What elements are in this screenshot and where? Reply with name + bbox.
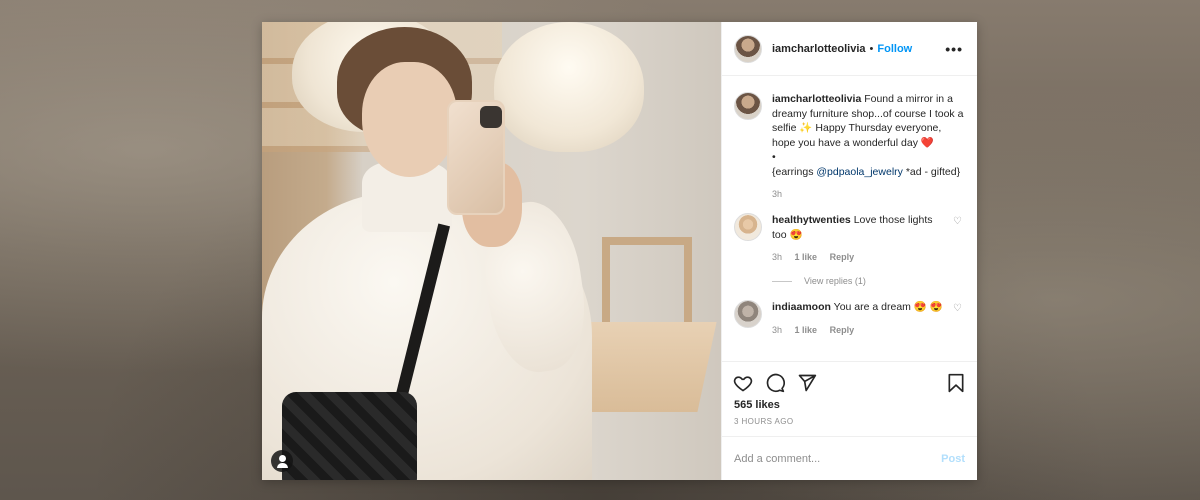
comment-bubble-icon[interactable] — [764, 372, 786, 394]
user-tag-icon[interactable] — [271, 450, 293, 472]
photo-phone-camera — [480, 106, 502, 128]
post-header: iamcharlotteolivia • Follow ••• — [722, 22, 977, 76]
reply-button[interactable]: Reply — [830, 325, 855, 335]
caption-mention-link[interactable]: @pdpaola_jewelry — [816, 166, 903, 178]
post-photo[interactable] — [262, 22, 721, 480]
author-avatar[interactable] — [734, 34, 762, 63]
comment-heart-icon[interactable]: ♡ — [953, 217, 963, 227]
comment-username[interactable]: healthytwenties — [772, 214, 851, 226]
add-comment-bar: Post — [722, 436, 977, 480]
caption-body-suffix: *ad - gifted} — [902, 165, 961, 178]
paper-plane-icon[interactable] — [796, 372, 818, 394]
photo-chair — [602, 237, 692, 327]
bookmark-icon[interactable] — [945, 372, 967, 394]
caption-bullet: • — [772, 151, 776, 163]
comment-likes[interactable]: 1 like — [795, 252, 818, 262]
comment-text: healthytwenties Love those lights too 😍 — [772, 213, 947, 242]
comment-input[interactable] — [734, 452, 942, 465]
post-caption: iamcharlotteolivia Found a mirror in a d… — [734, 92, 965, 199]
comment-username[interactable]: indiaamoon — [772, 301, 831, 313]
caption-username[interactable]: iamcharlotteolivia — [772, 93, 861, 105]
caption-time[interactable]: 3h — [772, 189, 782, 199]
comment-time[interactable]: 3h — [772, 325, 782, 335]
comment-time[interactable]: 3h — [772, 252, 782, 262]
action-bar — [722, 361, 977, 403]
comment-avatar[interactable] — [734, 300, 762, 328]
more-options-icon[interactable]: ••• — [945, 41, 963, 57]
likes-count[interactable]: 565 likes — [722, 399, 977, 411]
comment-meta: 3h 1 like Reply — [772, 252, 947, 262]
caption-avatar[interactable] — [734, 92, 762, 120]
post-comment-button[interactable]: Post — [941, 453, 965, 465]
view-replies-label: View replies (1) — [804, 276, 866, 286]
caption-body-prefix: {earrings — [772, 165, 817, 178]
instagram-post-modal: iamcharlotteolivia • Follow ••• iamcharl… — [262, 22, 977, 480]
comment-avatar[interactable] — [734, 213, 762, 241]
caption-meta: 3h — [772, 189, 965, 199]
comment-item: indiaamoon You are a dream 😍 😍 3h 1 like… — [734, 300, 965, 335]
heart-icon[interactable] — [732, 372, 754, 394]
comments-section[interactable]: iamcharlotteolivia Found a mirror in a d… — [722, 76, 977, 361]
caption-text: iamcharlotteolivia Found a mirror in a d… — [772, 92, 965, 179]
photo-face — [362, 62, 457, 177]
comment-likes[interactable]: 1 like — [795, 325, 818, 335]
follow-button[interactable]: Follow — [877, 43, 912, 55]
comment-meta: 3h 1 like Reply — [772, 325, 943, 335]
photo-bag — [282, 392, 417, 480]
comment-item: healthytwenties Love those lights too 😍 … — [734, 213, 965, 262]
comment-text: indiaamoon You are a dream 😍 😍 — [772, 300, 943, 315]
post-side-panel: iamcharlotteolivia • Follow ••• iamcharl… — [721, 22, 977, 480]
author-username[interactable]: iamcharlotteolivia — [772, 43, 866, 55]
header-separator: • — [869, 42, 874, 55]
replies-line — [772, 280, 792, 282]
post-timestamp[interactable]: 3 HOURS AGO — [722, 411, 977, 436]
view-replies-button[interactable]: View replies (1) — [772, 276, 965, 286]
reply-button[interactable]: Reply — [830, 252, 855, 262]
photo-lamp-right — [494, 22, 644, 152]
comment-body: You are a dream 😍 😍 — [833, 301, 943, 313]
comment-heart-icon[interactable]: ♡ — [953, 304, 963, 314]
